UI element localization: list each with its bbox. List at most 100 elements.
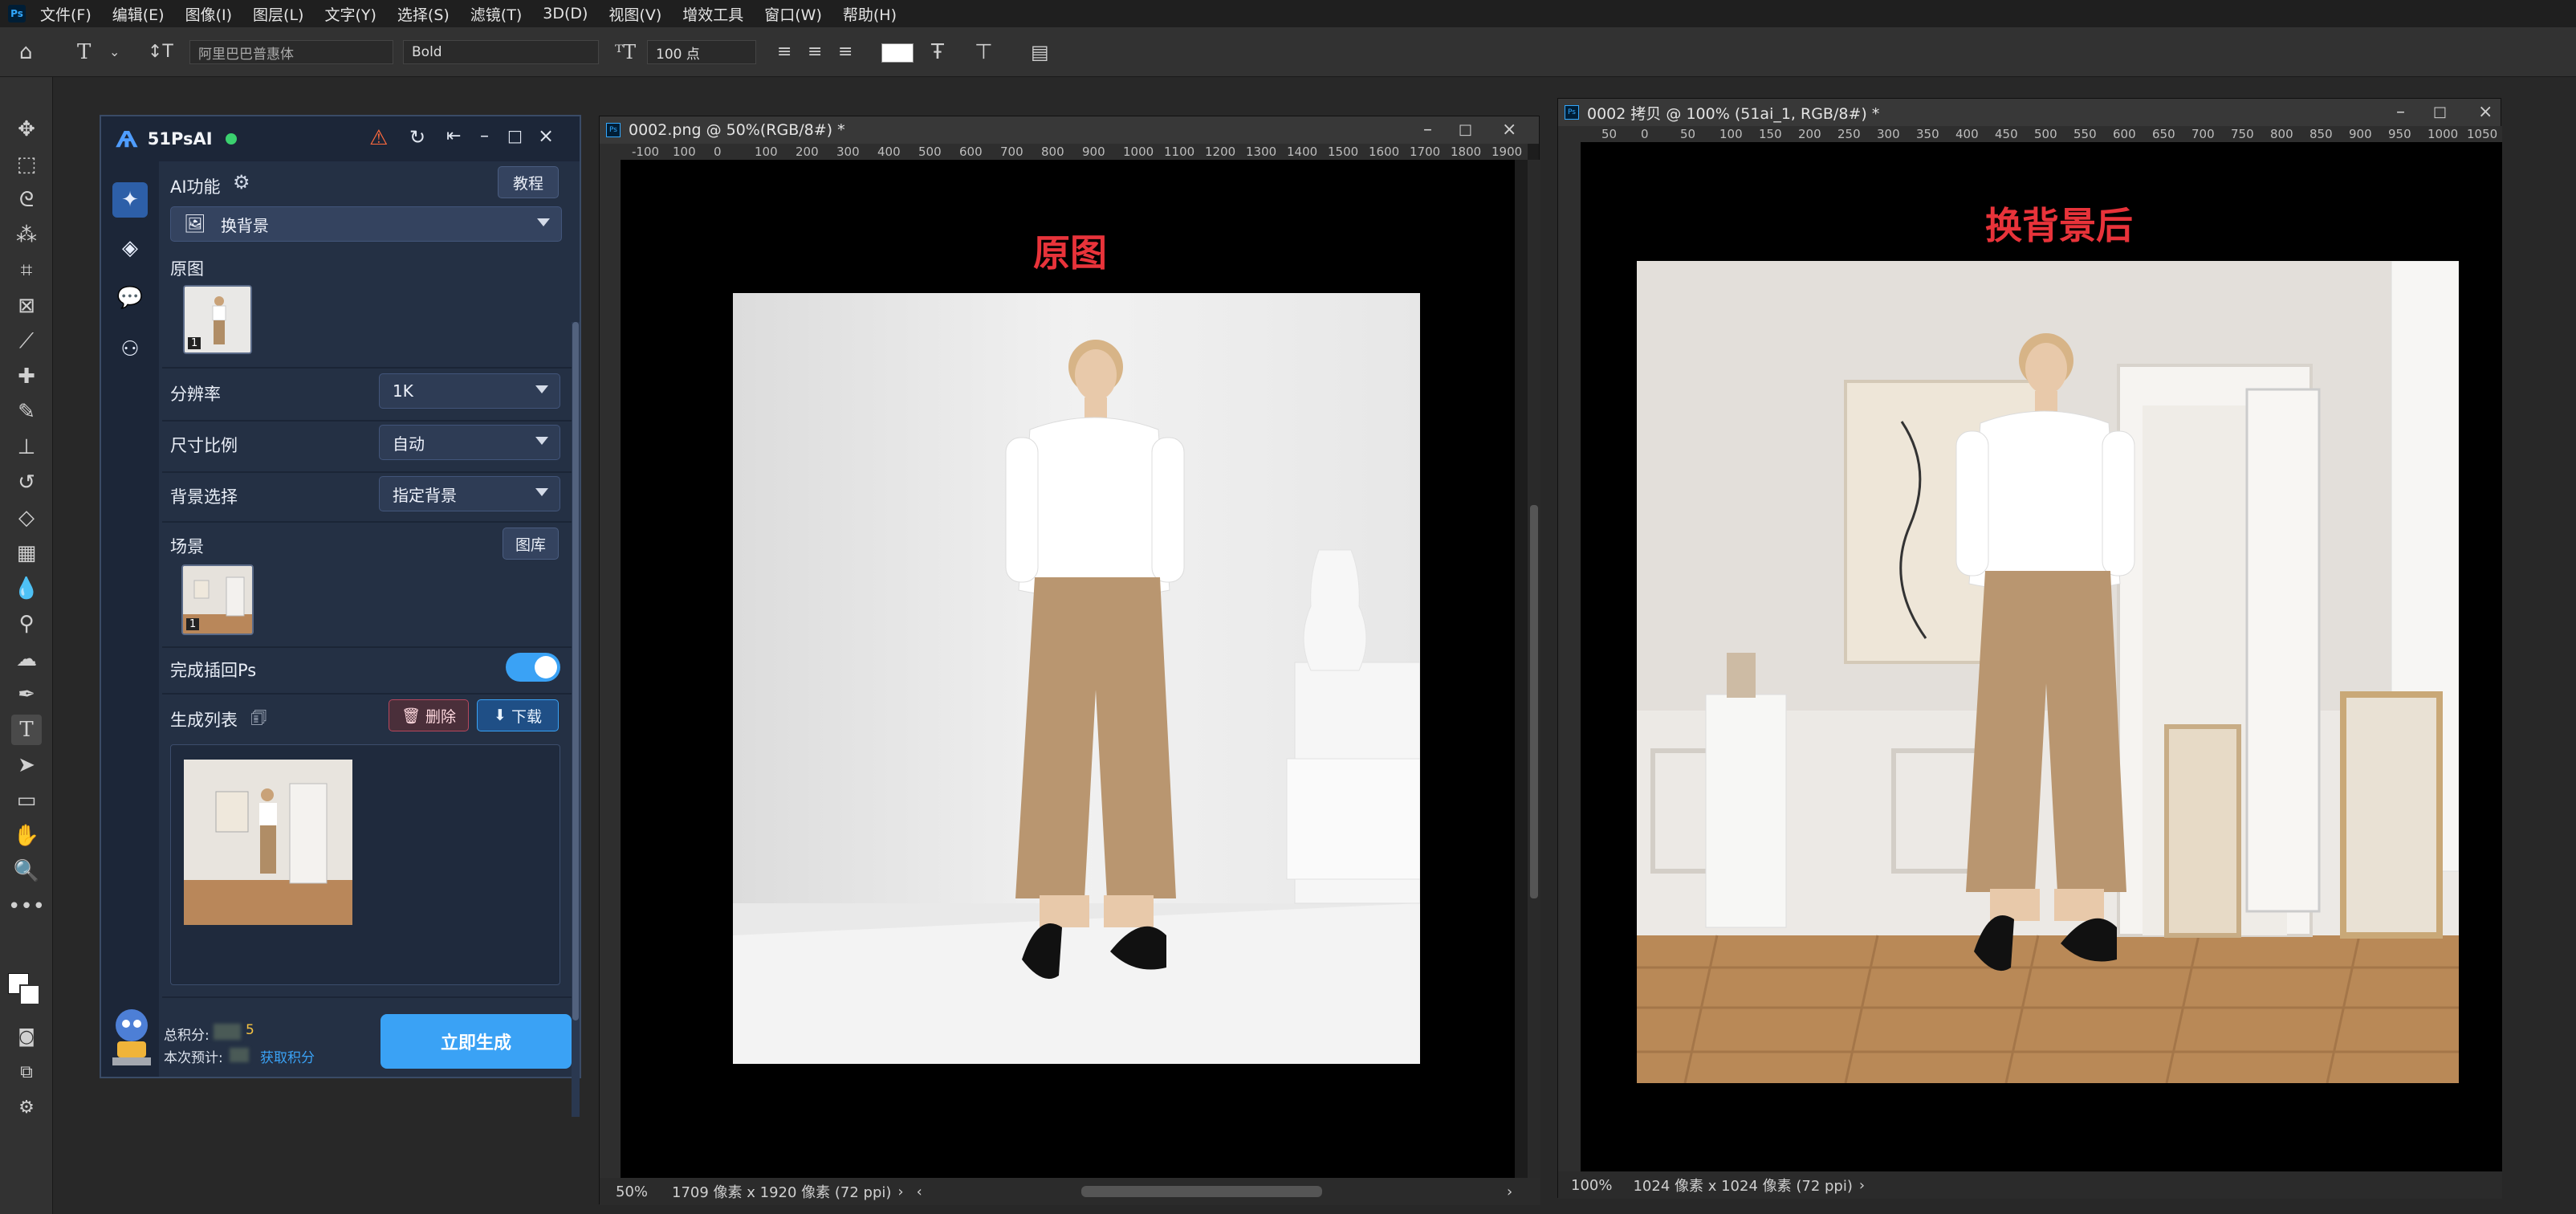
maximize-icon[interactable]: □ <box>507 126 523 145</box>
chevron-right-icon[interactable]: › <box>897 1183 903 1200</box>
plugin-scrollbar[interactable] <box>572 322 580 1117</box>
healing-brush-icon[interactable]: ✚ <box>11 361 42 392</box>
doc1-titlebar[interactable]: Ps 0002.png @ 50%(RGB/8#) * – □ × <box>600 116 1539 144</box>
list-detail-icon[interactable]: 🗊 <box>250 704 267 735</box>
doc1-close-icon[interactable]: × <box>1502 120 1516 140</box>
rectangle-tool-icon[interactable]: ▭ <box>11 785 42 816</box>
download-button[interactable]: ⬇ 下载 <box>477 699 559 731</box>
doc1-restore-icon[interactable]: □ <box>1459 121 1472 138</box>
type-tool-icon[interactable]: T <box>11 715 42 745</box>
font-family-select[interactable]: 阿里巴巴普惠体 <box>189 40 393 64</box>
chevron-right-icon[interactable]: › <box>1507 1183 1512 1200</box>
menu-layer[interactable]: 图层(L) <box>253 3 303 25</box>
menu-help[interactable]: 帮助(H) <box>843 3 897 25</box>
menu-file[interactable]: 文件(F) <box>40 3 92 25</box>
generate-button[interactable]: 立即生成 <box>380 1014 572 1069</box>
marquee-tool-icon[interactable]: ⬚ <box>11 149 42 180</box>
type-tool-icon[interactable]: T <box>77 40 91 64</box>
refresh-icon[interactable]: ↻ <box>409 126 425 149</box>
doc1-vertical-scrollbar[interactable] <box>1528 160 1540 1178</box>
menu-image[interactable]: 图像(I) <box>185 3 232 25</box>
scene-thumbnail[interactable]: 1 <box>181 564 254 635</box>
zoom-tool-icon[interactable]: 🔍 <box>11 856 42 886</box>
stamp-tool-icon[interactable]: ⊥ <box>11 432 42 462</box>
doc1-horizontal-scroll-thumb[interactable] <box>1081 1186 1322 1197</box>
chevron-left-icon[interactable]: ‹ <box>917 1183 922 1200</box>
resolution-select[interactable]: 1K <box>379 373 560 409</box>
history-brush-icon[interactable]: ↺ <box>11 467 42 498</box>
ratio-select[interactable]: 自动 <box>379 425 560 460</box>
doc2-restore-icon[interactable]: □ <box>2433 104 2447 120</box>
chevron-right-icon[interactable]: › <box>1859 1177 1865 1194</box>
sponge-tool-icon[interactable]: ☁ <box>11 644 42 674</box>
function-select[interactable]: 🖼 换背景 <box>170 206 562 242</box>
align-left-icon[interactable]: ≡ <box>777 40 792 64</box>
doc1-zoom[interactable]: 50% <box>616 1183 648 1200</box>
gradient-tool-icon[interactable]: ▦ <box>11 538 42 568</box>
ai-magic-icon[interactable]: ✦ <box>112 182 148 218</box>
lasso-tool-icon[interactable]: ᘓ <box>11 185 42 215</box>
menu-plugins[interactable]: 增效工具 <box>682 3 743 25</box>
doc1-scroll-thumb[interactable] <box>1530 505 1538 898</box>
text-color-swatch[interactable] <box>881 43 914 63</box>
doc2-close-icon[interactable]: × <box>2478 102 2493 122</box>
home-icon[interactable]: ⌂ <box>19 40 33 64</box>
settings-gear-icon[interactable]: ⚙ <box>233 171 250 194</box>
menu-view[interactable]: 视图(V) <box>608 3 661 25</box>
plugin-icon[interactable]: ⚙ <box>11 1092 42 1122</box>
menu-3d[interactable]: 3D(D) <box>543 5 588 22</box>
pin-icon[interactable]: ⇤ <box>446 126 461 146</box>
minimize-icon[interactable]: – <box>480 126 489 146</box>
align-center-icon[interactable]: ≡ <box>808 40 822 64</box>
quick-mask-icon[interactable]: ◙ <box>11 1021 42 1052</box>
plugin-scrollbar-thumb[interactable] <box>572 322 579 1020</box>
get-points-link[interactable]: 获取积分 <box>260 1046 315 1066</box>
doc1-minimize-icon[interactable]: – <box>1423 120 1432 140</box>
menu-window[interactable]: 窗口(W) <box>764 3 822 25</box>
background-choice-select[interactable]: 指定背景 <box>379 476 560 511</box>
character-panel-icon[interactable]: ▤ <box>1031 40 1049 64</box>
close-icon[interactable]: × <box>538 124 554 147</box>
brush-tool-icon[interactable]: ✎ <box>11 397 42 427</box>
background-color-swatch[interactable] <box>19 984 40 1005</box>
chat-icon[interactable]: 💬 <box>112 280 148 316</box>
align-right-icon[interactable]: ≡ <box>838 40 853 64</box>
screen-mode-icon[interactable]: ⧉ <box>11 1057 42 1087</box>
blur-tool-icon[interactable]: 💧 <box>11 573 42 604</box>
text-orientation-icon[interactable]: ↕T <box>148 40 173 64</box>
path-selection-icon[interactable]: ➤ <box>11 750 42 780</box>
eraser-tool-icon[interactable]: ◇ <box>11 503 42 533</box>
move-tool-icon[interactable]: ✥ <box>11 114 42 145</box>
menu-filter[interactable]: 滤镜(T) <box>470 3 522 25</box>
doc2-zoom[interactable]: 100% <box>1571 1177 1612 1194</box>
eyedropper-icon[interactable]: ⟋ <box>11 326 42 356</box>
more-tools-icon[interactable]: ••• <box>8 891 45 922</box>
crop-tool-icon[interactable]: ⌗ <box>11 255 42 286</box>
menu-select[interactable]: 选择(S) <box>397 3 450 25</box>
chevron-down-icon[interactable]: ⌄ <box>109 40 120 64</box>
magic-wand-icon[interactable]: ⁂ <box>11 220 42 251</box>
gallery-button[interactable]: 图库 <box>503 528 559 560</box>
layers-icon[interactable]: ◈ <box>112 230 148 266</box>
alert-icon[interactable]: ⚠ <box>369 126 388 150</box>
doc2-titlebar[interactable]: Ps 0002 拷贝 @ 100% (51ai_1, RGB/8#) * – □… <box>1558 99 2501 126</box>
warp-text-icon[interactable]: Ŧ <box>931 40 944 64</box>
doc2-canvas[interactable]: 换背景后 <box>1581 142 2502 1171</box>
tutorial-button[interactable]: 教程 <box>498 166 559 198</box>
font-style-select[interactable]: Bold <box>403 40 599 64</box>
insert-back-toggle[interactable] <box>506 653 560 682</box>
original-thumbnail[interactable]: 1 <box>183 285 252 354</box>
doc2-minimize-icon[interactable]: – <box>2396 102 2405 122</box>
generated-result-thumbnail[interactable] <box>184 760 352 925</box>
hand-tool-icon[interactable]: ✋ <box>11 821 42 851</box>
cancel-transform-icon[interactable]: ⊤ <box>975 40 993 64</box>
frame-tool-icon[interactable]: ⊠ <box>11 291 42 321</box>
font-size-select[interactable]: 100 点 <box>647 40 756 64</box>
pen-tool-icon[interactable]: ✒ <box>11 679 42 710</box>
menu-type[interactable]: 文字(Y) <box>324 3 376 25</box>
delete-button[interactable]: 🗑 删除 <box>389 699 469 731</box>
menu-edit[interactable]: 编辑(E) <box>112 3 165 25</box>
dodge-tool-icon[interactable]: ⚲ <box>11 609 42 639</box>
doc1-canvas[interactable]: 原图 <box>621 160 1515 1178</box>
user-settings-icon[interactable]: ⚇ <box>112 332 148 367</box>
